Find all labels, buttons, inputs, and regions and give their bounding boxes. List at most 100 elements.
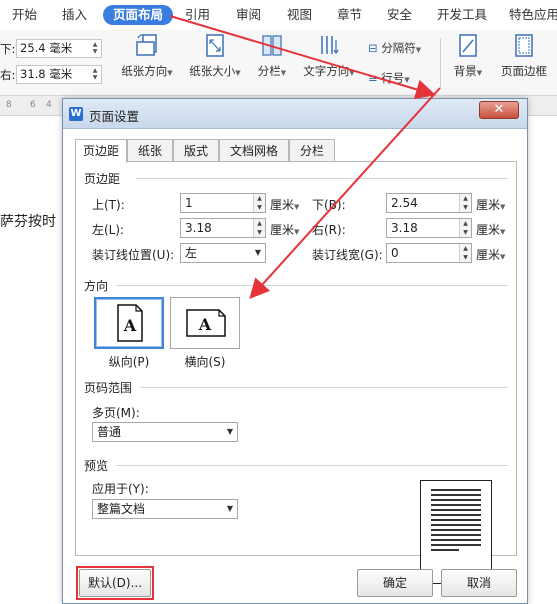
- dropdown-arrow-icon: ▼: [226, 427, 233, 436]
- cancel-button[interactable]: 取消: [441, 569, 517, 597]
- gutter-position-select[interactable]: 左 ▼: [180, 243, 266, 263]
- ribbon-tab-special[interactable]: 特色应用: [509, 5, 557, 25]
- dropdown-caret-icon: ▼: [500, 253, 506, 261]
- right-margin-input[interactable]: 3.18 ▲ ▼: [386, 218, 472, 238]
- bottom-margin-unit[interactable]: 厘米▼: [476, 196, 505, 213]
- background-icon: [459, 34, 477, 57]
- toolbar-right-margin-label: 右:: [0, 68, 16, 82]
- columns-label: 分栏: [257, 64, 281, 78]
- portrait-option[interactable]: A: [94, 297, 164, 349]
- close-button[interactable]: ✕: [479, 101, 519, 119]
- dropdown-caret-icon: ▼: [476, 69, 483, 77]
- dialog-titlebar[interactable]: W 页面设置 ✕: [63, 99, 527, 129]
- multiple-pages-label: 多页(M):: [92, 406, 140, 420]
- dropdown-caret-icon: ▼: [349, 69, 355, 77]
- ok-button[interactable]: 确定: [357, 569, 433, 597]
- spin-arrows-icon[interactable]: ▲ ▼: [459, 219, 471, 237]
- tab-document-grid[interactable]: 文档网格: [219, 139, 289, 162]
- margins-section-title: 页边距: [84, 172, 121, 186]
- ribbon-tab-review[interactable]: 审阅: [236, 5, 261, 25]
- line-number-icon: ≡: [368, 71, 378, 85]
- spin-arrows-icon[interactable]: ▲ ▼: [253, 194, 265, 212]
- section-divider: [140, 387, 508, 388]
- gutter-width-value: 0: [391, 246, 399, 260]
- ribbon-menubar: 开始 插入 页面布局 引用 审阅 视图 章节 安全 开发工具 特色应用: [0, 0, 557, 30]
- background-button[interactable]: 背景▼: [448, 32, 488, 79]
- wps-logo-icon: W: [69, 107, 83, 121]
- unit-label: 厘米: [476, 223, 501, 237]
- ribbon-tab-developer[interactable]: 开发工具: [437, 5, 487, 25]
- tab-paper[interactable]: 纸张: [127, 139, 173, 162]
- paper-size-icon: [206, 34, 224, 57]
- landscape-page-icon: A: [186, 309, 226, 337]
- svg-text:A: A: [123, 316, 137, 335]
- portrait-label[interactable]: 纵向(P): [94, 353, 164, 370]
- spin-arrows-icon[interactable]: ▲ ▼: [90, 41, 100, 56]
- spin-arrows-icon[interactable]: ▲ ▼: [459, 194, 471, 212]
- spin-arrows-icon[interactable]: ▲ ▼: [253, 219, 265, 237]
- spin-arrows-icon[interactable]: ▲ ▼: [90, 67, 100, 82]
- page-range-section-title: 页码范围: [84, 381, 133, 395]
- dropdown-caret-icon: ▼: [500, 228, 506, 236]
- preview-text-lines: [431, 489, 481, 554]
- columns-button[interactable]: 分栏▼: [252, 32, 292, 79]
- background-label: 背景: [453, 64, 477, 78]
- ribbon-tab-insert[interactable]: 插入: [62, 5, 87, 25]
- paper-orientation-icon: [136, 34, 157, 56]
- left-margin-unit[interactable]: 厘米▼: [270, 221, 299, 238]
- toolbar-divider: [440, 38, 441, 88]
- page-border-label: 页面边框: [501, 64, 547, 78]
- tab-margins[interactable]: 页边距: [75, 139, 127, 163]
- page-border-button[interactable]: 页面边框: [496, 32, 552, 79]
- gutter-position-label: 装订线位置(U):: [92, 248, 175, 262]
- right-margin-unit[interactable]: 厘米▼: [476, 221, 505, 238]
- toolbar-right-margin-value: 31.8 毫米: [20, 67, 73, 81]
- ribbon-tab-home[interactable]: 开始: [12, 5, 37, 25]
- preview-section-title: 预览: [84, 459, 109, 473]
- ribbon-tab-chapter[interactable]: 章节: [337, 5, 362, 25]
- unit-label: 厘米: [476, 198, 501, 212]
- tab-panel-margins: 页边距 上(T): 1 ▲ ▼ 厘米▼ 下(B): 2.54 ▲ ▼ 厘米▼ 左(L):…: [75, 161, 517, 584]
- toolbar-bottom-margin-input[interactable]: 25.4 毫米 ▲ ▼: [16, 39, 102, 58]
- dropdown-caret-icon: ▼: [294, 228, 300, 236]
- top-margin-input[interactable]: 1 ▲ ▼: [180, 193, 266, 213]
- toolbar-right-margin-input[interactable]: 31.8 毫米 ▲ ▼: [16, 65, 102, 84]
- gutter-width-input[interactable]: 0 ▲ ▼: [386, 243, 472, 263]
- right-margin-value: 3.18: [391, 221, 418, 235]
- left-margin-input[interactable]: 3.18 ▲ ▼: [180, 218, 266, 238]
- landscape-label[interactable]: 横向(S): [170, 353, 240, 370]
- separator-icon: ⊟: [368, 41, 378, 55]
- bottom-margin-value: 2.54: [391, 196, 418, 210]
- close-icon: ✕: [493, 102, 505, 117]
- ribbon-tab-security[interactable]: 安全: [387, 5, 412, 25]
- paper-size-button[interactable]: 纸张大小▼: [184, 32, 246, 79]
- separator-label: 分隔符: [381, 41, 416, 55]
- unit-label: 厘米: [270, 198, 295, 212]
- text-direction-button[interactable]: 文字方向▼: [298, 32, 360, 79]
- apply-to-select[interactable]: 整篇文档 ▼: [92, 499, 238, 519]
- unit-label: 厘米: [270, 223, 295, 237]
- left-margin-value: 3.18: [185, 221, 212, 235]
- multiple-pages-value: 普通: [97, 425, 122, 439]
- apply-to-label: 应用于(Y):: [92, 482, 149, 496]
- ribbon-tab-page-layout[interactable]: 页面布局: [103, 5, 174, 25]
- top-margin-unit[interactable]: 厘米▼: [270, 196, 299, 213]
- landscape-option[interactable]: A: [170, 297, 240, 349]
- separator-button[interactable]: ⊟ 分隔符▼: [368, 40, 421, 56]
- tab-columns[interactable]: 分栏: [289, 139, 335, 162]
- toolbar-right-margin: 右: 31.8 毫米 ▲ ▼: [0, 65, 104, 85]
- ribbon-toolbar: 下: 25.4 毫米 ▲ ▼ 右: 31.8 毫米 ▲ ▼ 纸张方向▼ 纸张大小▼ 分栏…: [0, 30, 557, 96]
- dropdown-caret-icon: ▼: [167, 69, 173, 77]
- bottom-margin-input[interactable]: 2.54 ▲ ▼: [386, 193, 472, 213]
- tab-layout[interactable]: 版式: [173, 139, 219, 162]
- gutter-width-unit[interactable]: 厘米▼: [476, 246, 505, 263]
- paper-orientation-button[interactable]: 纸张方向▼: [116, 32, 178, 79]
- dropdown-arrow-icon: ▼: [226, 504, 233, 513]
- line-number-button[interactable]: ≡ 行号▼: [368, 70, 410, 86]
- multiple-pages-select[interactable]: 普通 ▼: [92, 422, 238, 442]
- ribbon-tab-references[interactable]: 引用: [185, 5, 210, 25]
- spin-arrows-icon[interactable]: ▲ ▼: [459, 244, 471, 262]
- apply-to-value: 整篇文档: [97, 502, 146, 516]
- ribbon-tab-view[interactable]: 视图: [287, 5, 312, 25]
- section-divider: [116, 285, 508, 286]
